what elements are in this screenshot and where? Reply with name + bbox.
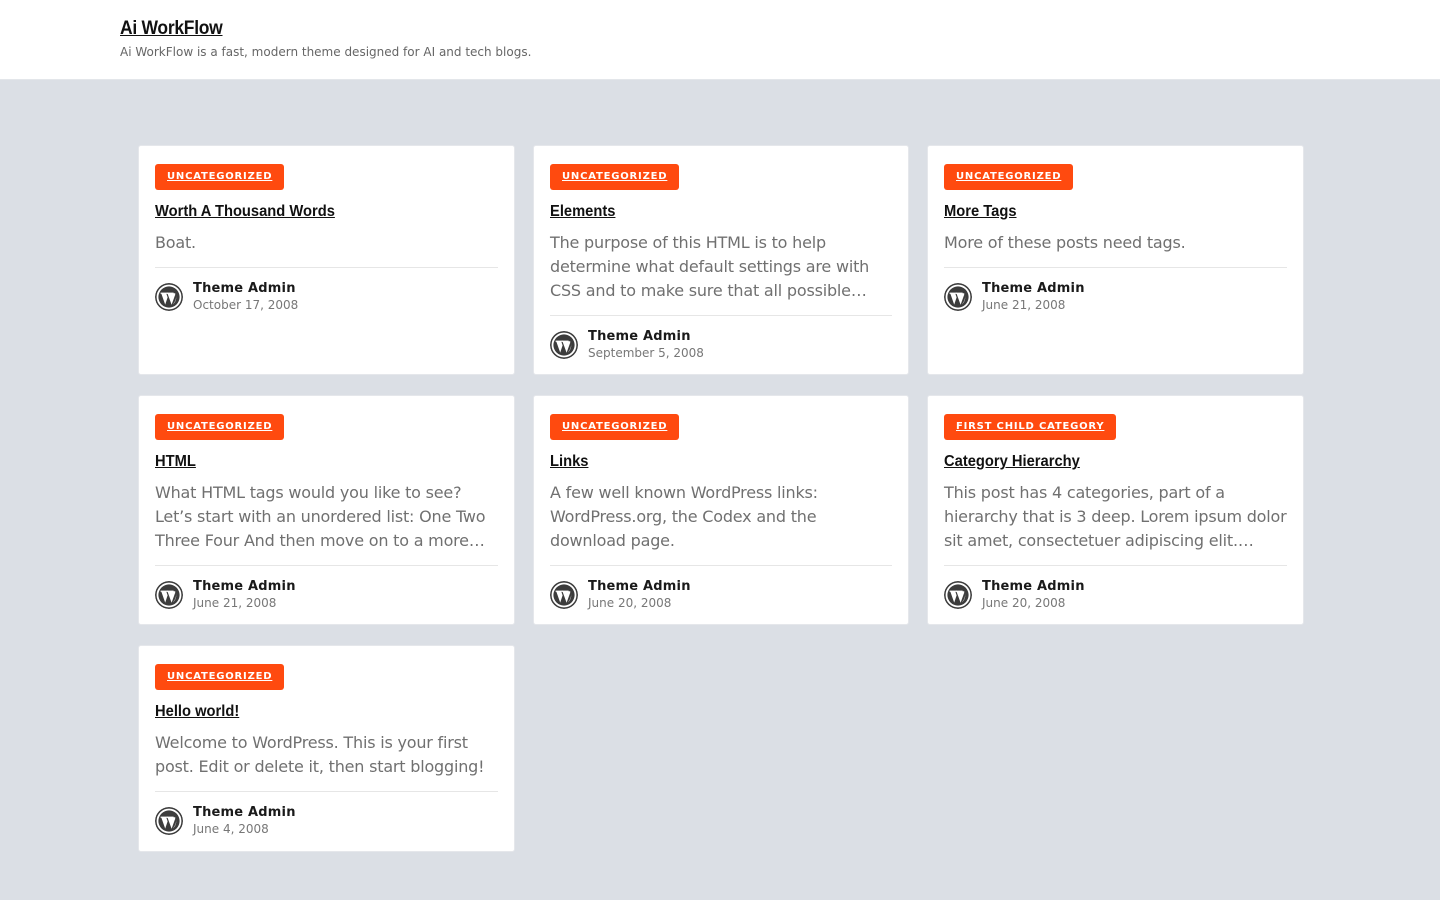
- category-badge[interactable]: UNCATEGORIZED: [155, 164, 285, 190]
- post-title-link[interactable]: HTML: [155, 452, 196, 472]
- category-badge[interactable]: UNCATEGORIZED: [155, 414, 285, 440]
- post-excerpt: The purpose of this HTML is to help dete…: [550, 231, 892, 316]
- wordpress-icon: [155, 581, 183, 609]
- wordpress-icon: [944, 581, 972, 609]
- post-title-link[interactable]: Hello world!: [155, 702, 239, 722]
- site-title-link[interactable]: Ai WorkFlow: [120, 17, 223, 41]
- post-meta: Theme Admin September 5, 2008: [550, 316, 892, 361]
- author-name: Theme Admin: [982, 281, 1085, 296]
- post-date: September 5, 2008: [588, 346, 704, 360]
- wordpress-icon: [155, 283, 183, 311]
- site-tagline: Ai WorkFlow is a fast, modern theme desi…: [120, 45, 532, 59]
- post-card: UNCATEGORIZED More Tags More of these po…: [927, 145, 1304, 375]
- wordpress-icon: [944, 283, 972, 311]
- wordpress-icon: [550, 581, 578, 609]
- post-meta: Theme Admin June 21, 2008: [155, 566, 498, 611]
- site-header: Ai WorkFlow Ai WorkFlow is a fast, moder…: [0, 0, 1440, 80]
- post-card: FIRST CHILD CATEGORY Category Hierarchy …: [927, 395, 1304, 625]
- post-excerpt: What HTML tags would you like to see? Le…: [155, 481, 498, 566]
- post-title-link[interactable]: Elements: [550, 202, 615, 222]
- post-date: October 17, 2008: [193, 298, 299, 312]
- wordpress-icon: [550, 331, 578, 359]
- post-date: June 20, 2008: [982, 596, 1066, 610]
- author-name: Theme Admin: [588, 329, 691, 344]
- post-date: June 20, 2008: [588, 596, 672, 610]
- post-title-link[interactable]: Links: [550, 452, 588, 472]
- post-excerpt: Boat.: [155, 231, 498, 268]
- post-date: June 4, 2008: [193, 822, 269, 836]
- post-title-link[interactable]: Worth A Thousand Words: [155, 202, 335, 222]
- post-title-link[interactable]: Category Hierarchy: [944, 452, 1080, 472]
- category-badge[interactable]: UNCATEGORIZED: [155, 664, 285, 690]
- post-date: June 21, 2008: [982, 298, 1066, 312]
- author-name: Theme Admin: [193, 805, 296, 820]
- post-date: June 21, 2008: [193, 596, 277, 610]
- post-card: UNCATEGORIZED Hello world! Welcome to Wo…: [138, 645, 515, 852]
- post-excerpt: A few well known WordPress links: WordPr…: [550, 481, 892, 566]
- category-badge[interactable]: UNCATEGORIZED: [944, 164, 1074, 190]
- post-title-link[interactable]: More Tags: [944, 202, 1017, 222]
- author-name: Theme Admin: [193, 579, 296, 594]
- post-excerpt: Welcome to WordPress. This is your first…: [155, 731, 498, 792]
- author-name: Theme Admin: [193, 281, 296, 296]
- posts-grid: UNCATEGORIZED Worth A Thousand Words Boa…: [138, 145, 1304, 852]
- category-badge[interactable]: FIRST CHILD CATEGORY: [944, 414, 1117, 440]
- post-meta: Theme Admin June 21, 2008: [944, 268, 1287, 313]
- post-meta: Theme Admin June 20, 2008: [944, 566, 1287, 611]
- post-excerpt: This post has 4 categories, part of a hi…: [944, 481, 1287, 566]
- wordpress-icon: [155, 807, 183, 835]
- post-card: UNCATEGORIZED Elements The purpose of th…: [533, 145, 909, 375]
- post-meta: Theme Admin October 17, 2008: [155, 268, 498, 313]
- category-badge[interactable]: UNCATEGORIZED: [550, 414, 680, 440]
- post-card: UNCATEGORIZED Worth A Thousand Words Boa…: [138, 145, 515, 375]
- category-badge[interactable]: UNCATEGORIZED: [550, 164, 680, 190]
- post-meta: Theme Admin June 4, 2008: [155, 792, 498, 837]
- post-excerpt: More of these posts need tags.: [944, 231, 1287, 268]
- author-name: Theme Admin: [982, 579, 1085, 594]
- post-meta: Theme Admin June 20, 2008: [550, 566, 892, 611]
- post-card: UNCATEGORIZED HTML What HTML tags would …: [138, 395, 515, 625]
- post-card: UNCATEGORIZED Links A few well known Wor…: [533, 395, 909, 625]
- author-name: Theme Admin: [588, 579, 691, 594]
